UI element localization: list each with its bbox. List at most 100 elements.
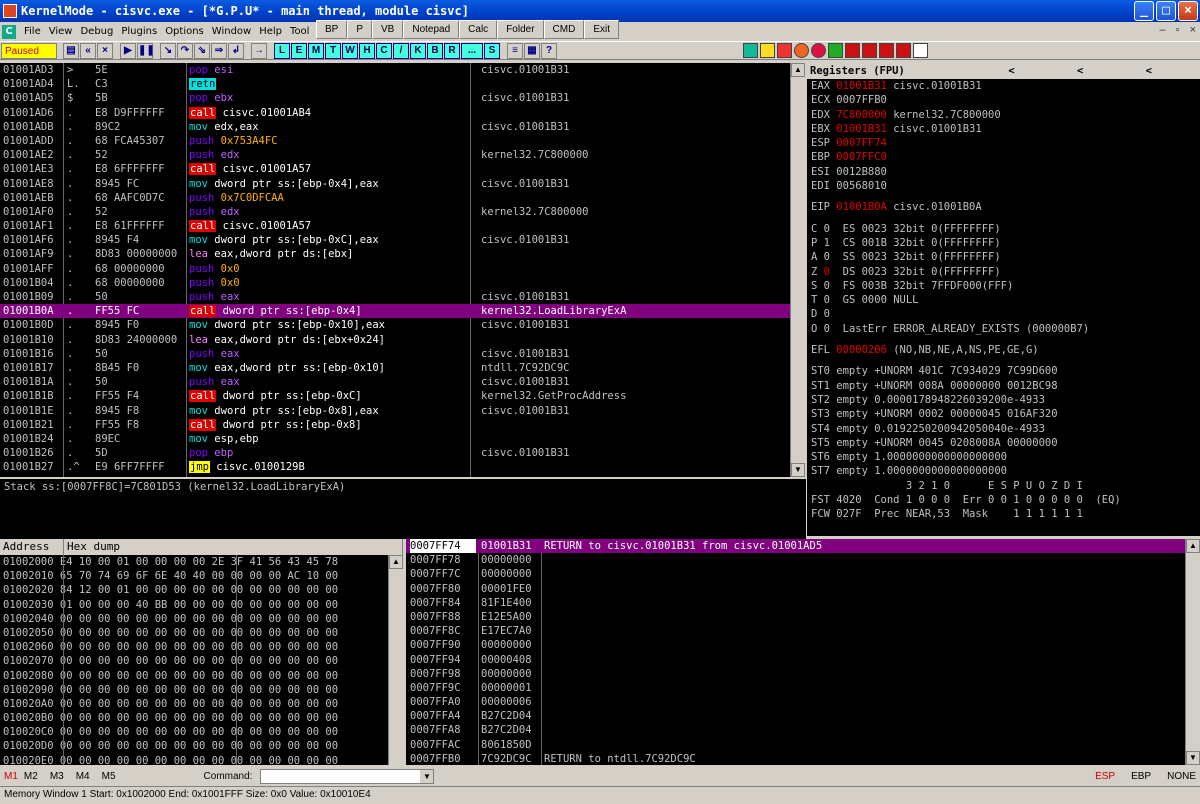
fpu-register[interactable]: ST3 empty +UNORM 0002 00000045 016AF320 xyxy=(807,407,1200,421)
dump-row[interactable]: 01002020 84 12 00 01 00 00 00 00 00 00 0… xyxy=(0,583,403,597)
exit-button[interactable]: Exit xyxy=(584,20,619,39)
handles-window-button[interactable]: H xyxy=(359,42,375,59)
cpu-window-button[interactable]: C xyxy=(376,42,392,59)
dump-row[interactable]: 01002060 00 00 00 00 00 00 00 00 00 00 0… xyxy=(0,640,403,654)
menu-window[interactable]: Window xyxy=(208,26,255,37)
flag-row[interactable]: S 0 FS 003B 32bit 7FFDF000(FFF) xyxy=(807,279,1200,293)
dump-scrollbar[interactable]: ▲ xyxy=(388,555,403,765)
current-instruction-row[interactable]: 01001B0A. FF55 FC call dword ptr ss:[ebp-0… xyxy=(0,304,790,319)
stack-scroll-up-icon[interactable]: ▲ xyxy=(1186,539,1200,553)
bp-button[interactable]: BP xyxy=(316,20,348,39)
register-esi[interactable]: ESI 0012B880 xyxy=(807,165,1200,179)
disasm-row[interactable]: 01001B24. 89EC mov esp,ebp xyxy=(0,432,790,446)
disasm-row[interactable]: 01001B26. 5D pop ebp cisvc.01001B31 xyxy=(0,446,790,460)
disasm-row[interactable]: 01001B1A. 50 push eax cisvc.01001B31 xyxy=(0,375,790,389)
windows-window-button[interactable]: W xyxy=(342,42,358,59)
stack-row[interactable]: 0007FF88 E12E5A00 xyxy=(406,610,1200,624)
fpu-register[interactable]: ST4 empty 0.0192250200942050040e-4933 xyxy=(807,422,1200,436)
minimize-button[interactable]: _ xyxy=(1134,1,1154,21)
run-icon[interactable]: ▶ xyxy=(120,42,136,59)
close-button[interactable]: × xyxy=(1178,1,1198,21)
maximize-button[interactable]: □ xyxy=(1156,1,1176,21)
plugin-icon-1[interactable] xyxy=(743,43,758,58)
flag-row[interactable]: C 0 ES 0023 32bit 0(FFFFFFFF) xyxy=(807,222,1200,236)
cmd-button[interactable]: CMD xyxy=(543,20,585,39)
goto-icon[interactable]: → xyxy=(251,42,267,59)
fpu-register[interactable]: ST0 empty +UNORM 401C 7C934029 7C99D600 xyxy=(807,364,1200,378)
plugin-icon-6[interactable] xyxy=(828,43,843,58)
register-edx[interactable]: EDX 7C800000 kernel32.7C800000 xyxy=(807,108,1200,122)
memory-window-button[interactable]: M xyxy=(308,42,324,59)
stack-row[interactable]: 0007FF84 81F1E400 xyxy=(406,596,1200,610)
execute-till-return-icon[interactable]: ↲ xyxy=(228,42,244,59)
mdi-minimize-icon[interactable]: – xyxy=(1160,24,1166,36)
command-dropdown-icon[interactable]: ▼ xyxy=(420,769,434,783)
flag-row[interactable]: T 0 GS 0000 NULL xyxy=(807,293,1200,307)
dump-row[interactable]: 01002030 01 00 00 00 40 BB 00 00 00 00 0… xyxy=(0,598,403,612)
fpu-register[interactable]: ST7 empty 1.0000000000000000000 xyxy=(807,464,1200,478)
mdi-close-icon[interactable]: × xyxy=(1190,24,1196,36)
vb-button[interactable]: VB xyxy=(372,20,404,39)
trace-into-icon[interactable]: ⇘ xyxy=(194,42,210,59)
stack-scrollbar[interactable]: ▲ ▼ xyxy=(1185,539,1200,765)
flag-row[interactable]: D 0 xyxy=(807,307,1200,321)
disasm-row[interactable]: 01001AD5 $5B pop ebx cisvc.01001B31 xyxy=(0,91,790,105)
flag-row[interactable]: P 1 CS 001B 32bit 0(FFFFFFFF) xyxy=(807,236,1200,250)
stack-row[interactable]: 0007FF7C 00000000 xyxy=(406,567,1200,581)
p-button[interactable]: P xyxy=(347,20,373,39)
disasm-row[interactable]: 01001AF6. 8945 F4 mov dword ptr ss:[ebp-0x… xyxy=(0,233,790,247)
disassembly-scrollbar[interactable]: ▲ ▼ xyxy=(790,63,806,477)
plugin-icon-2[interactable] xyxy=(760,43,775,58)
help-icon[interactable]: ? xyxy=(541,42,557,59)
call-stack-window-button[interactable]: K xyxy=(410,42,426,59)
marker-m5[interactable]: M5 xyxy=(102,771,116,782)
flag-row[interactable]: Z 0 DS 0023 32bit 0(FFFFFFFF) xyxy=(807,265,1200,279)
stack-row[interactable]: 0007FFAC 8061850D xyxy=(406,738,1200,752)
menu-help[interactable]: Help xyxy=(255,26,286,37)
marker-m1[interactable]: M1 xyxy=(4,771,18,782)
grid-icon[interactable]: ▦ xyxy=(524,42,540,59)
folder-button[interactable]: Folder xyxy=(497,20,544,39)
log-window-button[interactable]: L xyxy=(274,42,290,59)
close-process-icon[interactable]: × xyxy=(97,42,113,59)
marker-m3[interactable]: M3 xyxy=(50,771,64,782)
menu-options[interactable]: Options xyxy=(161,26,208,37)
fpu-register[interactable]: ST6 empty 1.0000000000000000000 xyxy=(807,450,1200,464)
disasm-row[interactable]: 01001AD6. E8 D9FFFFFF call cisvc.01001AB4 xyxy=(0,106,790,120)
step-into-icon[interactable]: ↘ xyxy=(160,42,176,59)
dump-row[interactable]: 01002080 00 00 00 00 00 00 00 00 00 00 0… xyxy=(0,669,403,683)
plugin-icon-7[interactable] xyxy=(845,43,860,58)
disasm-row[interactable]: 01001ADD. 68 FCA45307 push 0x753A4FC xyxy=(0,134,790,148)
menu-view[interactable]: View xyxy=(45,26,77,37)
hex-dump-pane[interactable]: Address Hex dump 01002000 E4 10 00 01 00… xyxy=(0,539,403,767)
dump-header-hex[interactable]: Hex dump xyxy=(64,539,403,555)
dump-row[interactable]: 01002070 00 00 00 00 00 00 00 00 00 00 0… xyxy=(0,654,403,668)
stack-row[interactable]: 0007FFA8 B27C2D04 xyxy=(406,723,1200,737)
dump-row[interactable]: 010020C0 00 00 00 00 00 00 00 00 00 00 0… xyxy=(0,725,403,739)
references-window-button[interactable]: R xyxy=(444,42,460,59)
command-input[interactable]: ▼ xyxy=(260,768,435,784)
marker-m2[interactable]: M2 xyxy=(24,771,38,782)
disasm-row[interactable]: 01001B1E. 8945 F8 mov dword ptr ss:[ebp-0x… xyxy=(0,404,790,418)
modules-window-button[interactable]: E xyxy=(291,42,307,59)
disasm-row[interactable]: 01001AD4 L. C3 retn xyxy=(0,77,790,91)
calc-button[interactable]: Calc xyxy=(459,20,498,39)
stack-row[interactable]: 0007FF80 00001FE0 xyxy=(406,582,1200,596)
register-ecx[interactable]: ECX 0007FFB0 xyxy=(807,93,1200,107)
dump-row[interactable]: 01002000 E4 10 00 01 00 00 00 00 2E 3F 4… xyxy=(0,555,403,569)
disassembly-pane[interactable]: 01001AD3 >5E pop esi cisvc.01001B31 01001AD4… xyxy=(0,63,790,477)
disasm-row[interactable]: 01001B16. 50 push eax cisvc.01001B31 xyxy=(0,347,790,361)
none-follow[interactable]: NONE xyxy=(1167,771,1196,782)
stack-row[interactable]: 0007FFA4 B27C2D04 xyxy=(406,709,1200,723)
dump-header-address[interactable]: Address xyxy=(0,539,64,555)
menu-tool[interactable]: Tool xyxy=(286,26,313,37)
efl-register[interactable]: EFL 00000206 (NO,NB,NE,A,NS,PE,GE,G) xyxy=(807,343,1200,357)
disasm-row[interactable]: 01001B1B. FF55 F4 call dword ptr ss:[ebp-0… xyxy=(0,389,790,403)
ebp-follow[interactable]: EBP xyxy=(1131,771,1151,782)
eip-register[interactable]: EIP 01001B0A cisvc.01001B0A xyxy=(807,200,1200,214)
dump-row[interactable]: 010020A0 00 00 00 00 00 00 00 00 00 00 0… xyxy=(0,697,403,711)
fpu-register[interactable]: ST1 empty +UNORM 008A 00000000 0012BC98 xyxy=(807,379,1200,393)
scroll-up-icon[interactable]: ▲ xyxy=(791,63,805,77)
esp-follow[interactable]: ESP xyxy=(1095,771,1115,782)
stack-pane[interactable]: 0007FF74 01001B31 RETURN to cisvc.01001B31… xyxy=(406,539,1200,765)
